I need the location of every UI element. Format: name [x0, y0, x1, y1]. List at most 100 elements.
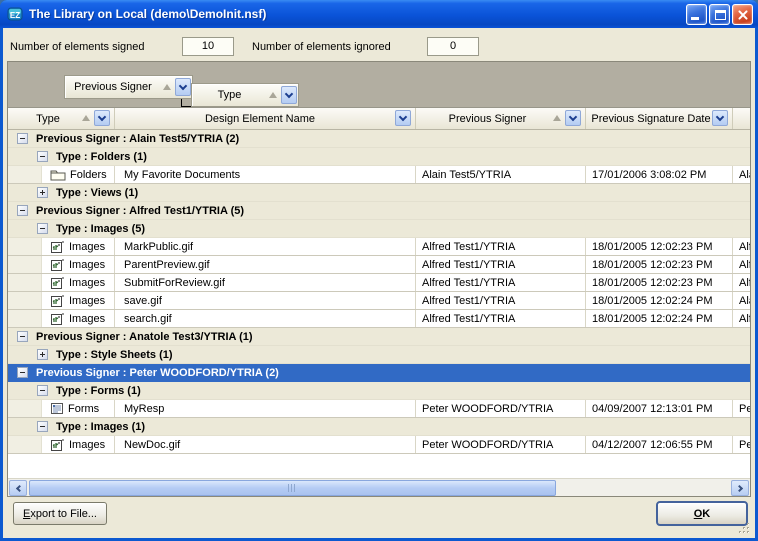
- cell-type: Images: [42, 274, 115, 291]
- window-title: The Library on Local (demo\DemoInit.nsf): [29, 7, 686, 21]
- type-label: Images: [69, 313, 105, 325]
- app-icon: EZ: [7, 6, 24, 22]
- maximize-button[interactable]: [709, 4, 730, 25]
- type-label: Forms: [68, 403, 99, 415]
- image-icon: [50, 276, 65, 290]
- cell-design-element-name: search.gif: [115, 310, 416, 327]
- group-row[interactable]: Type : Images (5): [8, 220, 750, 238]
- chevron-left-icon: [15, 484, 22, 491]
- chevron-down-icon: [285, 89, 293, 97]
- group-label: Type : Views (1): [56, 187, 138, 199]
- cell-type: Images: [42, 436, 115, 453]
- results-panel: Previous Signer Type Type Design Element …: [7, 61, 751, 497]
- group-row[interactable]: Previous Signer : Alain Test5/YTRIA (2): [8, 130, 750, 148]
- header-cell-extra[interactable]: [733, 108, 750, 129]
- maximize-icon: [715, 10, 726, 20]
- group-label: Previous Signer : Alfred Test1/YTRIA (5): [36, 205, 244, 217]
- detail-row[interactable]: ImagesMarkPublic.gifAlfred Test1/YTRIA18…: [8, 238, 750, 256]
- image-icon: [50, 294, 65, 308]
- horizontal-scrollbar[interactable]: [8, 478, 750, 496]
- expand-icon[interactable]: [37, 187, 48, 198]
- column-menu-button[interactable]: [565, 110, 581, 126]
- group-row[interactable]: Type : Views (1): [8, 184, 750, 202]
- group-row[interactable]: Previous Signer : Anatole Test3/YTRIA (1…: [8, 328, 750, 346]
- type-label: Images: [69, 277, 105, 289]
- cell-design-element-name: NewDoc.gif: [115, 436, 416, 453]
- resize-grip[interactable]: [738, 522, 751, 535]
- column-menu-button[interactable]: [712, 110, 728, 126]
- scroll-left-button[interactable]: [9, 480, 27, 496]
- header-cell-type[interactable]: Type: [8, 108, 115, 129]
- column-menu-button[interactable]: [94, 110, 110, 126]
- detail-row[interactable]: Images SubmitForReview.gifAlfred Test1/YT…: [8, 274, 750, 292]
- group-row[interactable]: Type : Images (1): [8, 418, 750, 436]
- cell-type: Forms: [42, 400, 115, 417]
- row-indent-gutter: [8, 274, 42, 291]
- collapse-icon[interactable]: [17, 205, 28, 216]
- header-cell-previous-signature-date[interactable]: Previous Signature Date: [586, 108, 733, 129]
- cell-previous-signature-date: 18/01/2005 12:02:23 PM: [586, 274, 733, 291]
- group-chip-type[interactable]: Type: [191, 83, 299, 107]
- group-chip-previous-signer[interactable]: Previous Signer: [64, 75, 193, 99]
- header-cell-previous-signer[interactable]: Previous Signer: [416, 108, 586, 129]
- table-header: Type Design Element Name Previous SignerPr…: [8, 108, 750, 130]
- cell-current-signer-truncated: Alfr: [733, 238, 750, 255]
- minimize-button[interactable]: [686, 4, 707, 25]
- cell-previous-signature-date: 04/12/2007 12:06:55 PM: [586, 436, 733, 453]
- column-menu-button[interactable]: [175, 78, 191, 96]
- row-indent-gutter: [8, 292, 42, 309]
- collapse-icon[interactable]: [17, 367, 28, 378]
- detail-row[interactable]: Imagessearch.gifAlfred Test1/YTRIA18/01/…: [8, 310, 750, 328]
- detail-row[interactable]: FormsMyRespPeter WOODFORD/YTRIA04/09/200…: [8, 400, 750, 418]
- row-indent-gutter: [8, 436, 42, 453]
- scrollbar-thumb[interactable]: [29, 480, 556, 496]
- column-menu-button[interactable]: [281, 86, 297, 104]
- group-row[interactable]: Type : Folders (1): [8, 148, 750, 166]
- group-row[interactable]: Type : Style Sheets (1): [8, 346, 750, 364]
- group-row[interactable]: Type : Forms (1): [8, 382, 750, 400]
- collapse-icon[interactable]: [37, 385, 48, 396]
- column-label: Design Element Name: [205, 113, 315, 125]
- detail-row[interactable]: ImagesNewDoc.gifPeter WOODFORD/YTRIA04/1…: [8, 436, 750, 454]
- group-row[interactable]: Previous Signer : Peter WOODFORD/YTRIA (…: [8, 364, 750, 382]
- ignored-count-label: Number of elements ignored: [252, 41, 391, 53]
- expand-icon[interactable]: [37, 349, 48, 360]
- scroll-right-button[interactable]: [731, 480, 749, 496]
- collapse-icon[interactable]: [37, 421, 48, 432]
- cell-previous-signature-date: 18/01/2005 12:02:24 PM: [586, 310, 733, 327]
- detail-row[interactable]: Imagessave.gifAlfred Test1/YTRIA18/01/20…: [8, 292, 750, 310]
- image-icon: [50, 240, 65, 254]
- chevron-down-icon: [399, 112, 407, 120]
- chevron-down-icon: [716, 112, 724, 120]
- collapse-icon[interactable]: [17, 331, 28, 342]
- cell-current-signer-truncated: Alfr: [733, 310, 750, 327]
- collapse-icon[interactable]: [37, 151, 48, 162]
- group-row[interactable]: Previous Signer : Alfred Test1/YTRIA (5): [8, 202, 750, 220]
- cell-design-element-name: My Favorite Documents: [115, 166, 416, 183]
- column-menu-button[interactable]: [395, 110, 411, 126]
- chevron-right-icon: [735, 484, 742, 491]
- row-indent-gutter: [8, 256, 42, 273]
- collapse-icon[interactable]: [17, 133, 28, 144]
- cell-design-element-name: MarkPublic.gif: [115, 238, 416, 255]
- type-label: Images: [69, 295, 105, 307]
- sort-ascending-icon: [82, 115, 90, 121]
- ok-button[interactable]: OK: [656, 501, 748, 526]
- cell-previous-signer: Alfred Test1/YTRIA: [416, 274, 586, 291]
- close-button[interactable]: [732, 4, 753, 25]
- cell-type: Images: [42, 310, 115, 327]
- table-body: Previous Signer : Alain Test5/YTRIA (2)T…: [8, 130, 750, 478]
- row-indent-gutter: [8, 400, 42, 417]
- detail-row[interactable]: FoldersMy Favorite DocumentsAlain Test5/…: [8, 166, 750, 184]
- detail-row[interactable]: ImagesParentPreview.gifAlfred Test1/YTRI…: [8, 256, 750, 274]
- row-indent-gutter: [8, 310, 42, 327]
- collapse-icon[interactable]: [37, 223, 48, 234]
- minimize-icon: [691, 17, 699, 20]
- row-indent-gutter: [8, 166, 42, 183]
- header-cell-design-element-name[interactable]: Design Element Name: [115, 108, 416, 129]
- cell-design-element-name: SubmitForReview.gif: [115, 274, 416, 291]
- cell-previous-signature-date: 04/09/2007 12:13:01 PM: [586, 400, 733, 417]
- svg-text:EZ: EZ: [10, 11, 20, 20]
- export-to-file-button[interactable]: Export to File...: [13, 502, 107, 525]
- group-chip-label: Type: [192, 89, 267, 101]
